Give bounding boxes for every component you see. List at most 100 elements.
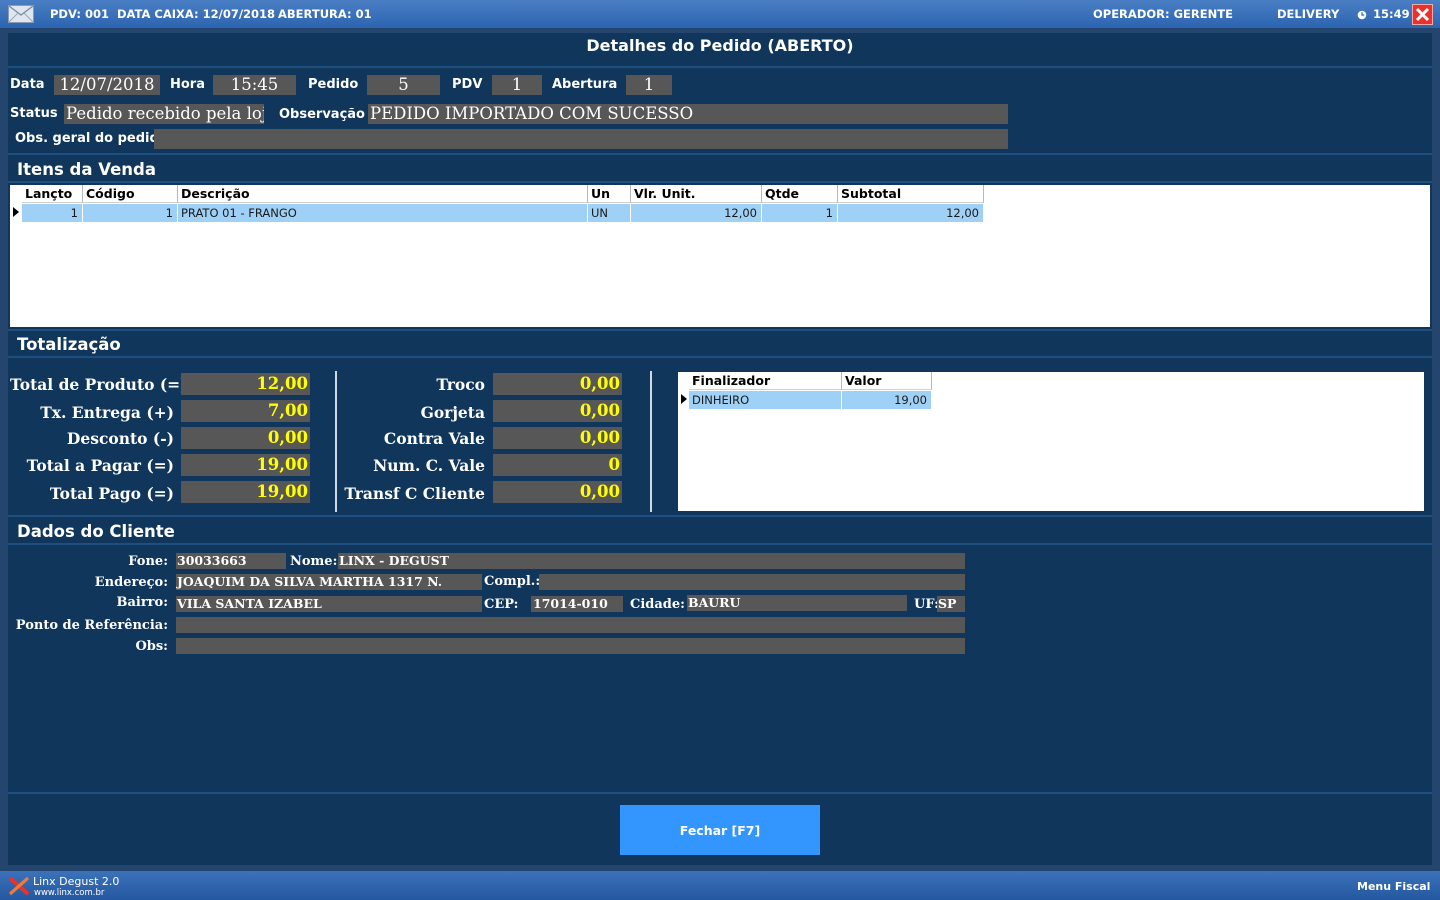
endereco-label: Endereço: <box>94 575 168 590</box>
pedido-field: 5 <box>367 75 440 95</box>
col-qtde[interactable]: Qtde <box>762 185 838 203</box>
transf-c-cliente-value: 0,00 <box>493 481 622 503</box>
uf-label: UF: <box>914 597 939 612</box>
divider <box>8 181 1432 183</box>
divider <box>8 329 1432 331</box>
desconto-value: 0,00 <box>181 427 310 449</box>
obs-geral-field[interactable] <box>154 129 1008 149</box>
abertura-indicator: ABERTURA: 01 <box>278 7 372 21</box>
footer-bar: Linx Degust 2.0 www.linx.com.br Menu Fis… <box>0 871 1440 900</box>
total-pago-value: 19,00 <box>181 481 310 503</box>
table-row[interactable]: 1 <box>22 204 83 222</box>
totalizacao-section-title: Totalização <box>17 335 121 354</box>
cliente-section-title: Dados do Cliente <box>17 522 175 541</box>
ponto-referencia-field <box>176 617 965 633</box>
mail-icon[interactable] <box>8 5 34 23</box>
divider <box>650 371 652 512</box>
table-cell[interactable]: PRATO 01 - FRANGO <box>178 204 588 222</box>
delivery-indicator: DELIVERY <box>1277 7 1340 21</box>
data-label: Data <box>10 77 45 92</box>
row-pointer-icon <box>681 394 687 404</box>
observacao-field: PEDIDO IMPORTADO COM SUCESSO <box>368 104 1008 124</box>
col-codigo[interactable]: Código <box>83 185 178 203</box>
operador-indicator: OPERADOR: GERENTE <box>1093 7 1233 21</box>
contra-vale-value: 0,00 <box>493 427 622 449</box>
total-pagar-value: 19,00 <box>181 454 310 476</box>
clock-icon <box>1357 9 1367 20</box>
uf-field: SP <box>937 596 965 612</box>
table-cell[interactable]: 1 <box>83 204 178 222</box>
pdv-field: 1 <box>492 75 542 95</box>
tx-entrega-value: 7,00 <box>181 400 310 422</box>
col-vlr-unit[interactable]: Vlr. Unit. <box>631 185 762 203</box>
divider <box>8 356 1432 358</box>
observacao-label: Observação <box>279 107 365 122</box>
hora-label: Hora <box>170 77 205 92</box>
abertura-label: Abertura <box>552 77 618 92</box>
itens-grid[interactable]: Lançto Código Descrição Un Vlr. Unit. Qt… <box>10 185 1430 327</box>
contra-vale-label: Contra Vale <box>383 429 485 448</box>
num-c-vale-label: Num. C. Vale <box>373 456 485 475</box>
nome-label: Nome: <box>290 554 338 569</box>
payments-grid[interactable]: Finalizador Valor DINHEIRO 19,00 <box>678 372 1424 511</box>
bairro-label: Bairro: <box>116 595 168 610</box>
close-icon[interactable] <box>1412 4 1433 25</box>
data-caixa-indicator: DATA CAIXA: 12/07/2018 <box>117 7 276 21</box>
num-c-vale-value: 0 <box>493 454 622 476</box>
compl-label: Compl.: <box>484 574 541 589</box>
nome-field: LINX - DEGUST <box>338 553 965 569</box>
bairro-field: VILA SANTA IZABEL <box>176 596 482 612</box>
total-produto-label: Total de Produto (=) <box>10 375 188 394</box>
col-finalizador[interactable]: Finalizador <box>689 372 842 390</box>
page-title: Detalhes do Pedido (ABERTO) <box>586 36 854 55</box>
col-un[interactable]: Un <box>588 185 631 203</box>
abertura-field: 1 <box>626 75 672 95</box>
obs-cliente-label: Obs: <box>135 639 168 654</box>
table-cell[interactable]: 1 <box>762 204 838 222</box>
linx-logo-icon <box>8 876 30 896</box>
row-pointer-icon <box>13 207 19 217</box>
brand-name: Linx Degust 2.0 <box>33 875 120 888</box>
ponto-referencia-label: Ponto de Referência: <box>15 618 168 633</box>
table-cell[interactable]: 19,00 <box>842 391 932 409</box>
col-subtotal[interactable]: Subtotal <box>838 185 984 203</box>
status-label: Status <box>10 106 58 121</box>
col-lancto[interactable]: Lançto <box>22 185 83 203</box>
obs-cliente-field <box>176 638 965 654</box>
gorjeta-label: Gorjeta <box>420 403 485 422</box>
divider <box>8 66 1432 68</box>
col-descricao[interactable]: Descrição <box>178 185 588 203</box>
hora-field: 15:45 <box>213 75 296 95</box>
itens-section-title: Itens da Venda <box>17 160 156 179</box>
divider <box>8 543 1432 545</box>
cep-field: 17014-010 <box>531 596 623 612</box>
cidade-label: Cidade: <box>630 597 685 612</box>
transf-c-cliente-label: Transf C Cliente <box>344 484 485 503</box>
divider <box>335 371 337 512</box>
pdv-label: PDV <box>452 77 483 92</box>
divider <box>8 792 1432 794</box>
table-cell[interactable]: 12,00 <box>631 204 762 222</box>
total-pago-label: Total Pago (=) <box>49 484 174 503</box>
pedido-label: Pedido <box>308 77 359 92</box>
col-valor[interactable]: Valor <box>842 372 932 390</box>
total-produto-value: 12,00 <box>181 373 310 395</box>
status-field: Pedido recebido pela loja <box>64 104 264 124</box>
cidade-field: BAURU <box>687 595 907 611</box>
fone-field: 30033663 <box>176 553 286 569</box>
endereco-field: JOAQUIM DA SILVA MARTHA 1317 N. <box>176 574 482 590</box>
fechar-button[interactable]: Fechar [F7] <box>620 805 820 855</box>
divider <box>8 153 1432 155</box>
cep-label: CEP: <box>484 597 519 612</box>
pdv-indicator: PDV: 001 <box>50 7 109 21</box>
table-row[interactable]: DINHEIRO <box>689 391 842 409</box>
table-cell[interactable]: 12,00 <box>838 204 984 222</box>
fone-label: Fone: <box>128 554 168 569</box>
troco-label: Troco <box>436 375 485 394</box>
menu-fiscal-link[interactable]: Menu Fiscal <box>1357 880 1430 893</box>
troco-value: 0,00 <box>493 373 622 395</box>
data-field: 12/07/2018 <box>54 75 160 95</box>
desconto-label: Desconto (-) <box>66 429 174 448</box>
table-cell[interactable]: UN <box>588 204 631 222</box>
brand-url: www.linx.com.br <box>34 888 105 898</box>
